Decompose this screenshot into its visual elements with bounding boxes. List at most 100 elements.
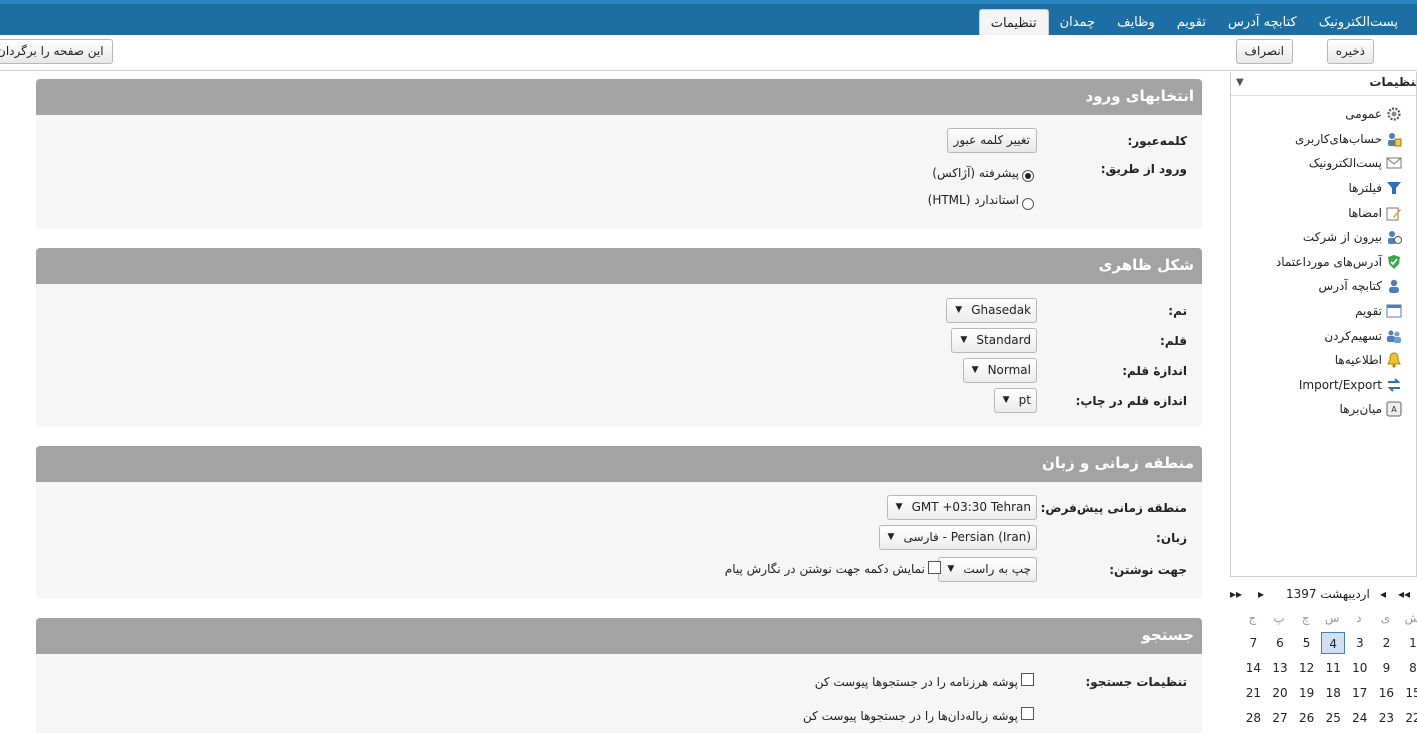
calendar-day[interactable]: 18 bbox=[1321, 682, 1345, 704]
sidebar-item-label: بیرون از شرکت bbox=[1302, 230, 1382, 244]
theme-value: Ghasedak bbox=[971, 303, 1031, 317]
language-label: زبان: bbox=[1156, 531, 1187, 545]
sidebar-item-shortcuts[interactable]: A میان‌برها bbox=[1340, 398, 1402, 420]
section-title: منطقه زمانی و زبان bbox=[1042, 454, 1194, 472]
sidebar-item-accounts[interactable]: حساب‌های‌کاربری bbox=[1295, 128, 1402, 150]
chevron-down-icon: ▼ bbox=[895, 502, 903, 512]
show-direction-button-checkbox[interactable] bbox=[928, 561, 941, 574]
save-button[interactable]: ذخیره bbox=[1326, 39, 1374, 64]
calendar-weekday: د bbox=[1356, 611, 1362, 625]
sidebar-item-out-of-office[interactable]: بیرون از شرکت bbox=[1303, 226, 1402, 248]
calendar-day[interactable]: 13 bbox=[1268, 657, 1292, 679]
section-header-search: جستجو bbox=[36, 618, 1202, 654]
calendar-day[interactable]: 25 bbox=[1321, 707, 1345, 729]
sidebar-title: تنظیمات bbox=[1369, 75, 1417, 89]
calendar-day[interactable]: 19 bbox=[1295, 682, 1319, 704]
calendar-day[interactable]: 8 bbox=[1401, 657, 1417, 679]
sidebar-item-signatures[interactable]: امضاها bbox=[1348, 202, 1402, 224]
include-junk-checkbox[interactable] bbox=[1021, 673, 1034, 686]
theme-select[interactable]: Ghasedak ▼ bbox=[946, 298, 1037, 323]
change-password-button[interactable]: تغییر کلمه عبور bbox=[946, 128, 1037, 153]
calendar-first-icon[interactable]: ◂◂ bbox=[1398, 587, 1410, 601]
calendar-next-icon[interactable]: ▸ bbox=[1258, 587, 1264, 601]
timezone-label: منطقه زمانی پیش‌فرض: bbox=[1040, 501, 1187, 515]
calendar-day[interactable]: 10 bbox=[1348, 657, 1372, 679]
calendar-day[interactable]: 23 bbox=[1374, 707, 1398, 729]
calendar-day[interactable]: 20 bbox=[1268, 682, 1292, 704]
section-header-appearance: شکل ظاهری bbox=[36, 248, 1202, 284]
timezone-select[interactable]: GMT +03:30 Tehran ▼ bbox=[886, 495, 1037, 520]
sidebar-item-calendar[interactable]: تقویم bbox=[1355, 300, 1402, 322]
sidebar-item-address-book[interactable]: کتابچه آدرس bbox=[1319, 275, 1402, 297]
calendar-day[interactable]: 15 bbox=[1401, 682, 1417, 704]
sidebar-item-mail[interactable]: پست‌الکترونیک bbox=[1309, 152, 1402, 174]
calendar-day[interactable]: 21 bbox=[1241, 682, 1265, 704]
language-select[interactable]: Persian (Iran) - فارسی ▼ bbox=[878, 525, 1037, 550]
writing-direction-select[interactable]: چپ به راست ▼ bbox=[938, 557, 1037, 582]
print-font-size-label: اندازه قلم در چاپ: bbox=[1075, 394, 1187, 408]
calendar-day[interactable]: 12 bbox=[1295, 657, 1319, 679]
radio-login-ajax[interactable] bbox=[1022, 170, 1034, 182]
section-body-search: تنظیمات جستجو: پوشه هرزنامه را در جستجوه… bbox=[36, 654, 1202, 733]
revert-page-button[interactable]: این صفحه را برگردان bbox=[0, 39, 113, 64]
cancel-button[interactable]: انصراف bbox=[1235, 39, 1293, 64]
sidebar-item-label: پست‌الکترونیک bbox=[1308, 156, 1382, 170]
calendar-day[interactable]: 11 bbox=[1321, 657, 1345, 679]
collapse-toggle-icon[interactable]: ▼ bbox=[1236, 77, 1244, 88]
sidebar-item-import-export[interactable]: Import/Export bbox=[1299, 374, 1402, 396]
calendar-day[interactable]: 17 bbox=[1348, 682, 1372, 704]
calendar-day[interactable]: 6 bbox=[1268, 632, 1292, 654]
calendar-day[interactable]: 27 bbox=[1268, 707, 1292, 729]
include-trash-checkbox[interactable] bbox=[1021, 707, 1034, 720]
calendar-day[interactable]: 9 bbox=[1374, 657, 1398, 679]
sidebar-item-label: Import/Export bbox=[1298, 378, 1382, 392]
sidebar-item-filters[interactable]: فیلترها bbox=[1348, 177, 1402, 199]
sidebar-item-label: اطلاعیه‌ها bbox=[1334, 353, 1382, 367]
calendar-weekday: چ bbox=[1301, 611, 1310, 625]
sidebar-item-label: تقویم bbox=[1355, 304, 1382, 318]
sidebar-item-label: میان‌برها bbox=[1339, 402, 1382, 416]
calendar-day[interactable]: 5 bbox=[1295, 632, 1319, 654]
calendar-day[interactable]: 3 bbox=[1348, 632, 1372, 654]
chevron-down-icon: ▼ bbox=[971, 365, 979, 375]
font-value: Standard bbox=[976, 333, 1031, 347]
show-direction-button-text: نمایش دکمه جهت نوشتن در نگارش پیام bbox=[724, 562, 925, 576]
calendar-day[interactable]: 22 bbox=[1401, 707, 1417, 729]
sidebar-item-trusted-addresses[interactable]: آدرس‌های مورداعتماد bbox=[1276, 251, 1402, 273]
toolbar: ذخیره انصراف این صفحه را برگردان bbox=[0, 35, 1417, 71]
writing-direction-label: جهت نوشتن: bbox=[1109, 563, 1187, 577]
sidebar-item-general[interactable]: عمومی bbox=[1345, 103, 1402, 125]
sidebar-item-label: فیلترها bbox=[1348, 181, 1382, 195]
font-size-select[interactable]: Normal ▼ bbox=[962, 358, 1037, 383]
login-via-label: ورود از طریق: bbox=[1100, 162, 1187, 176]
calendar-day[interactable]: 24 bbox=[1348, 707, 1372, 729]
preferences-sidebar: تنظیمات ▼ عمومی حساب‌های‌کاربری پست‌الکت… bbox=[1230, 72, 1417, 577]
font-select[interactable]: Standard ▼ bbox=[951, 328, 1037, 353]
calendar-icon bbox=[1386, 303, 1402, 319]
calendar-day[interactable]: 1 bbox=[1401, 632, 1417, 654]
radio-login-html[interactable] bbox=[1022, 198, 1034, 210]
calendar-weekday: پ bbox=[1273, 611, 1285, 625]
envelope-icon bbox=[1386, 155, 1402, 171]
calendar-day[interactable]: 26 bbox=[1295, 707, 1319, 729]
section-header-locale: منطقه زمانی و زبان bbox=[36, 446, 1202, 482]
out-of-office-icon bbox=[1386, 229, 1402, 245]
calendar-last-icon[interactable]: ▸▸ bbox=[1230, 587, 1242, 601]
calendar-day[interactable]: 14 bbox=[1241, 657, 1265, 679]
calendar-day[interactable]: 28 bbox=[1241, 707, 1265, 729]
print-font-size-select[interactable]: pt ▼ bbox=[993, 388, 1037, 413]
sidebar-item-sharing[interactable]: تسهیم‌کردن bbox=[1324, 325, 1402, 347]
password-label: کلمه‌عبور: bbox=[1127, 134, 1187, 148]
calendar-day[interactable]: 16 bbox=[1374, 682, 1398, 704]
bell-icon bbox=[1386, 352, 1402, 368]
font-size-label: اندازۀ قلم: bbox=[1122, 364, 1187, 378]
calendar-day[interactable]: 2 bbox=[1374, 632, 1398, 654]
sidebar-item-notifications[interactable]: اطلاعیه‌ها bbox=[1335, 349, 1402, 371]
calendar-prev-icon[interactable]: ◂ bbox=[1380, 587, 1386, 601]
shortcuts-icon: A bbox=[1386, 401, 1402, 417]
section-title: جستجو bbox=[1141, 626, 1194, 644]
calendar-day[interactable]: 7 bbox=[1241, 632, 1265, 654]
font-size-value: Normal bbox=[987, 363, 1031, 377]
sharing-icon bbox=[1386, 328, 1402, 344]
calendar-day-today[interactable]: 4 bbox=[1321, 632, 1346, 654]
